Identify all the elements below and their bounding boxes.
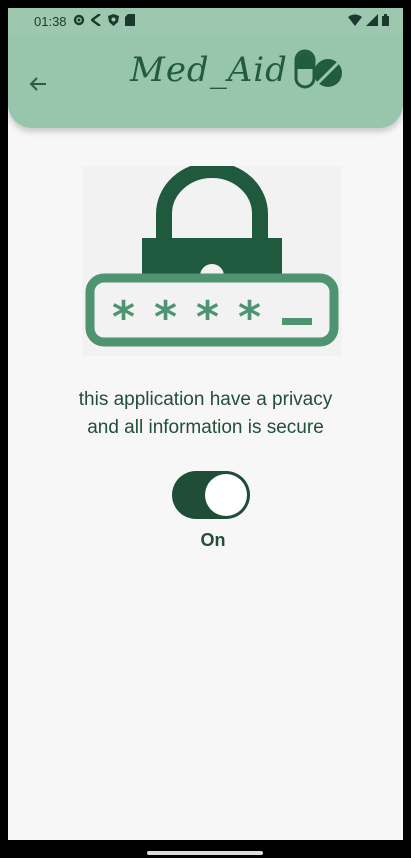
capsule-icon	[294, 49, 342, 89]
logo-text: Med_Aid	[130, 50, 288, 90]
phone-screen: 01:38 Med_Aid * * * * this application h…	[8, 8, 403, 840]
message-line-1: this application have a privacy	[78, 389, 333, 410]
status-time: 01:38	[34, 13, 67, 29]
toggle-knob[interactable]	[205, 474, 247, 516]
svg-text:*: *	[196, 292, 219, 343]
status-right	[348, 13, 389, 29]
app-logo: Med_Aid	[130, 49, 344, 91]
status-left: 01:38	[34, 12, 135, 29]
wifi-icon	[348, 14, 362, 29]
privacy-illustration: * * * *	[82, 166, 342, 356]
sd-card-icon	[124, 13, 135, 29]
svg-text:*: *	[154, 292, 177, 343]
flutter-icon	[89, 12, 102, 29]
svg-text:*: *	[238, 292, 261, 343]
home-indicator[interactable]	[147, 851, 263, 855]
app-bar: Med_Aid	[8, 34, 403, 128]
back-arrow-icon	[29, 77, 46, 91]
svg-text:*: *	[112, 292, 135, 343]
privacy-message: this application have a privacy and all …	[28, 386, 383, 442]
settings-icon	[73, 14, 85, 29]
signal-icon	[366, 13, 378, 29]
back-button[interactable]	[26, 72, 50, 96]
toggle-state-label: On	[200, 530, 226, 550]
status-bar: 01:38	[8, 8, 403, 34]
shield-icon	[107, 13, 119, 29]
message-line-2: and all information is secure	[87, 417, 324, 438]
privacy-toggle[interactable]	[172, 471, 250, 519]
battery-icon	[382, 13, 389, 29]
